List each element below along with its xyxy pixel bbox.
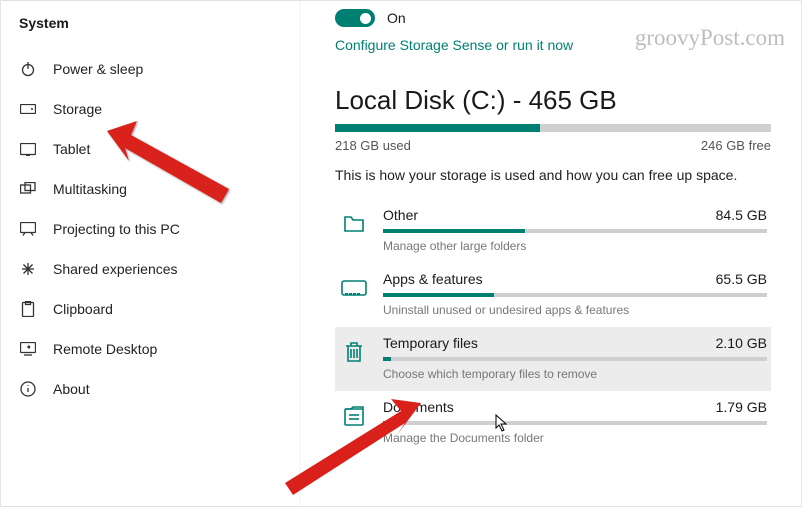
category-subtext: Choose which temporary files to remove	[383, 367, 767, 381]
sidebar-item-label: Multitasking	[53, 181, 127, 197]
document-icon	[339, 401, 369, 431]
category-size: 2.10 GB	[716, 335, 767, 351]
sidebar-item-projecting[interactable]: Projecting to this PC	[1, 209, 299, 249]
about-icon	[19, 381, 37, 397]
sidebar-item-storage[interactable]: Storage	[1, 89, 299, 129]
trash-icon	[339, 337, 369, 367]
sidebar-title: System	[1, 15, 299, 49]
disk-free-label: 246 GB free	[701, 138, 771, 153]
storage-category-temporary-files[interactable]: Temporary files 2.10 GB Choose which tempo…	[335, 327, 771, 391]
category-subtext: Uninstall unused or undesired apps & fea…	[383, 303, 767, 317]
category-size: 84.5 GB	[716, 207, 767, 223]
category-name: Apps & features	[383, 271, 483, 287]
sidebar: System Power & sleep Storage Tablet Mult…	[1, 1, 299, 506]
storage-category-other[interactable]: Other 84.5 GB Manage other large folders	[335, 199, 771, 263]
sidebar-item-label: Power & sleep	[53, 61, 143, 77]
category-bar	[383, 357, 767, 361]
sidebar-item-label: About	[53, 381, 90, 397]
category-size: 65.5 GB	[716, 271, 767, 287]
power-icon	[19, 61, 37, 77]
sidebar-item-about[interactable]: About	[1, 369, 299, 409]
sidebar-item-tablet[interactable]: Tablet	[1, 129, 299, 169]
projecting-icon	[19, 222, 37, 236]
folder-icon	[339, 209, 369, 239]
content: On Configure Storage Sense or run it now…	[299, 1, 801, 506]
category-subtext: Manage the Documents folder	[383, 431, 767, 445]
storage-category-apps-features[interactable]: Apps & features 65.5 GB Uninstall unused o…	[335, 263, 771, 327]
sidebar-item-label: Clipboard	[53, 301, 113, 317]
category-bar	[383, 421, 767, 425]
sidebar-item-label: Shared experiences	[53, 261, 178, 277]
category-name: Documents	[383, 399, 454, 415]
sidebar-item-label: Tablet	[53, 141, 90, 157]
sidebar-item-clipboard[interactable]: Clipboard	[1, 289, 299, 329]
category-name: Temporary files	[383, 335, 478, 351]
category-bar	[383, 293, 767, 297]
apps-icon	[339, 273, 369, 303]
multitasking-icon	[19, 182, 37, 196]
sidebar-item-label: Remote Desktop	[53, 341, 157, 357]
disk-usage-bar	[335, 124, 771, 132]
sidebar-item-label: Projecting to this PC	[53, 221, 180, 237]
watermark: groovyPost.com	[635, 25, 785, 51]
storage-icon	[19, 104, 37, 114]
tablet-icon	[19, 143, 37, 156]
sidebar-item-remote-desktop[interactable]: Remote Desktop	[1, 329, 299, 369]
sidebar-item-power-sleep[interactable]: Power & sleep	[1, 49, 299, 89]
storage-sense-state: On	[387, 10, 406, 26]
sidebar-item-label: Storage	[53, 101, 102, 117]
sidebar-item-multitasking[interactable]: Multitasking	[1, 169, 299, 209]
disk-title: Local Disk (C:) - 465 GB	[335, 85, 771, 116]
shared-icon	[19, 261, 37, 277]
category-subtext: Manage other large folders	[383, 239, 767, 253]
clipboard-icon	[19, 301, 37, 317]
category-name: Other	[383, 207, 418, 223]
sidebar-item-shared-experiences[interactable]: Shared experiences	[1, 249, 299, 289]
disk-used-label: 218 GB used	[335, 138, 411, 153]
storage-sense-toggle[interactable]	[335, 9, 375, 27]
storage-category-documents[interactable]: Documents 1.79 GB Manage the Documents fol…	[335, 391, 771, 455]
remote-desktop-icon	[19, 342, 37, 356]
category-size: 1.79 GB	[716, 399, 767, 415]
category-bar	[383, 229, 767, 233]
disk-description: This is how your storage is used and how…	[335, 167, 771, 183]
